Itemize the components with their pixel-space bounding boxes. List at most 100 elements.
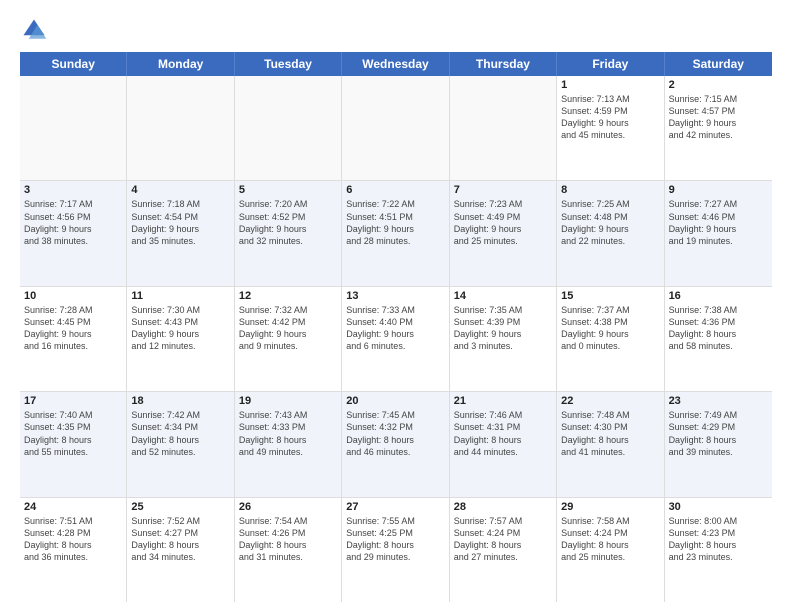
day-info: Sunrise: 7:43 AM Sunset: 4:33 PM Dayligh… — [239, 409, 337, 458]
day-cell-10: 10 Sunrise: 7:28 AM Sunset: 4:45 PM Dayli… — [20, 287, 127, 391]
calendar-week-5: 24 Sunrise: 7:51 AM Sunset: 4:28 PM Dayli… — [20, 498, 772, 602]
day-info: Sunrise: 7:25 AM Sunset: 4:48 PM Dayligh… — [561, 198, 659, 247]
day-info: Sunrise: 7:54 AM Sunset: 4:26 PM Dayligh… — [239, 515, 337, 564]
day-number: 19 — [239, 395, 337, 407]
header-day-wednesday: Wednesday — [342, 52, 449, 76]
day-number: 1 — [561, 79, 659, 91]
day-info: Sunrise: 7:55 AM Sunset: 4:25 PM Dayligh… — [346, 515, 444, 564]
day-number: 13 — [346, 290, 444, 302]
empty-cell — [342, 76, 449, 180]
day-number: 23 — [669, 395, 768, 407]
day-cell-26: 26Sunrise: 7:54 AM Sunset: 4:26 PM Dayli… — [235, 498, 342, 602]
day-info: Sunrise: 7:18 AM Sunset: 4:54 PM Dayligh… — [131, 198, 229, 247]
day-info: Sunrise: 7:30 AM Sunset: 4:43 PM Dayligh… — [131, 304, 229, 353]
day-info: Sunrise: 7:13 AM Sunset: 4:59 PM Dayligh… — [561, 93, 659, 142]
calendar-body: 1 Sunrise: 7:13 AM Sunset: 4:59 PM Daylig… — [20, 76, 772, 602]
calendar-week-2: 3 Sunrise: 7:17 AM Sunset: 4:56 PM Daylig… — [20, 181, 772, 286]
day-number: 29 — [561, 501, 659, 513]
day-number: 7 — [454, 184, 552, 196]
day-number: 18 — [131, 395, 229, 407]
day-cell-28: 28Sunrise: 7:57 AM Sunset: 4:24 PM Dayli… — [450, 498, 557, 602]
day-info: Sunrise: 7:37 AM Sunset: 4:38 PM Dayligh… — [561, 304, 659, 353]
header-day-friday: Friday — [557, 52, 664, 76]
day-number: 11 — [131, 290, 229, 302]
empty-cell — [450, 76, 557, 180]
day-cell-30: 30 Sunrise: 8:00 AM Sunset: 4:23 PM Dayli… — [665, 498, 772, 602]
header-day-monday: Monday — [127, 52, 234, 76]
day-number: 6 — [346, 184, 444, 196]
day-cell-14: 14 Sunrise: 7:35 AM Sunset: 4:39 PM Dayli… — [450, 287, 557, 391]
day-number: 24 — [24, 501, 122, 513]
day-number: 5 — [239, 184, 337, 196]
header-day-tuesday: Tuesday — [235, 52, 342, 76]
empty-cell — [235, 76, 342, 180]
day-info: Sunrise: 7:17 AM Sunset: 4:56 PM Dayligh… — [24, 198, 122, 247]
day-info: Sunrise: 8:00 AM Sunset: 4:23 PM Dayligh… — [669, 515, 768, 564]
day-number: 2 — [669, 79, 768, 91]
day-info: Sunrise: 7:32 AM Sunset: 4:42 PM Dayligh… — [239, 304, 337, 353]
day-cell-27: 27 Sunrise: 7:55 AM Sunset: 4:25 PM Dayli… — [342, 498, 449, 602]
day-cell-18: 18 Sunrise: 7:42 AM Sunset: 4:34 PM Dayli… — [127, 392, 234, 496]
calendar: SundayMondayTuesdayWednesdayThursdayFrid… — [20, 52, 772, 602]
day-number: 17 — [24, 395, 122, 407]
day-number: 30 — [669, 501, 768, 513]
day-number: 14 — [454, 290, 552, 302]
logo-icon — [20, 16, 48, 44]
empty-cell — [20, 76, 127, 180]
day-info: Sunrise: 7:48 AM Sunset: 4:30 PM Dayligh… — [561, 409, 659, 458]
day-cell-7: 7 Sunrise: 7:23 AM Sunset: 4:49 PM Daylig… — [450, 181, 557, 285]
day-cell-25: 25Sunrise: 7:52 AM Sunset: 4:27 PM Dayli… — [127, 498, 234, 602]
day-cell-17: 17 Sunrise: 7:40 AM Sunset: 4:35 PM Dayli… — [20, 392, 127, 496]
day-number: 8 — [561, 184, 659, 196]
header-day-sunday: Sunday — [20, 52, 127, 76]
page: SundayMondayTuesdayWednesdayThursdayFrid… — [0, 0, 792, 612]
day-info: Sunrise: 7:20 AM Sunset: 4:52 PM Dayligh… — [239, 198, 337, 247]
day-info: Sunrise: 7:33 AM Sunset: 4:40 PM Dayligh… — [346, 304, 444, 353]
day-cell-24: 24 Sunrise: 7:51 AM Sunset: 4:28 PM Dayli… — [20, 498, 127, 602]
day-number: 21 — [454, 395, 552, 407]
day-info: Sunrise: 7:51 AM Sunset: 4:28 PM Dayligh… — [24, 515, 122, 564]
day-cell-21: 21 Sunrise: 7:46 AM Sunset: 4:31 PM Dayli… — [450, 392, 557, 496]
header-day-thursday: Thursday — [450, 52, 557, 76]
day-info: Sunrise: 7:23 AM Sunset: 4:49 PM Dayligh… — [454, 198, 552, 247]
day-cell-11: 11 Sunrise: 7:30 AM Sunset: 4:43 PM Dayli… — [127, 287, 234, 391]
day-cell-23: 23 Sunrise: 7:49 AM Sunset: 4:29 PM Dayli… — [665, 392, 772, 496]
day-info: Sunrise: 7:15 AM Sunset: 4:57 PM Dayligh… — [669, 93, 768, 142]
header-day-saturday: Saturday — [665, 52, 772, 76]
day-cell-9: 9 Sunrise: 7:27 AM Sunset: 4:46 PM Daylig… — [665, 181, 772, 285]
day-info: Sunrise: 7:45 AM Sunset: 4:32 PM Dayligh… — [346, 409, 444, 458]
day-info: Sunrise: 7:28 AM Sunset: 4:45 PM Dayligh… — [24, 304, 122, 353]
logo — [20, 16, 52, 44]
day-cell-1: 1 Sunrise: 7:13 AM Sunset: 4:59 PM Daylig… — [557, 76, 664, 180]
day-info: Sunrise: 7:42 AM Sunset: 4:34 PM Dayligh… — [131, 409, 229, 458]
day-info: Sunrise: 7:35 AM Sunset: 4:39 PM Dayligh… — [454, 304, 552, 353]
day-info: Sunrise: 7:52 AM Sunset: 4:27 PM Dayligh… — [131, 515, 229, 564]
day-number: 4 — [131, 184, 229, 196]
day-number: 16 — [669, 290, 768, 302]
day-number: 27 — [346, 501, 444, 513]
day-info: Sunrise: 7:40 AM Sunset: 4:35 PM Dayligh… — [24, 409, 122, 458]
day-info: Sunrise: 7:46 AM Sunset: 4:31 PM Dayligh… — [454, 409, 552, 458]
calendar-week-1: 1 Sunrise: 7:13 AM Sunset: 4:59 PM Daylig… — [20, 76, 772, 181]
day-number: 9 — [669, 184, 768, 196]
day-cell-3: 3 Sunrise: 7:17 AM Sunset: 4:56 PM Daylig… — [20, 181, 127, 285]
day-number: 15 — [561, 290, 659, 302]
day-info: Sunrise: 7:38 AM Sunset: 4:36 PM Dayligh… — [669, 304, 768, 353]
day-cell-29: 29 Sunrise: 7:58 AM Sunset: 4:24 PM Dayli… — [557, 498, 664, 602]
day-info: Sunrise: 7:27 AM Sunset: 4:46 PM Dayligh… — [669, 198, 768, 247]
day-number: 3 — [24, 184, 122, 196]
day-cell-4: 4 Sunrise: 7:18 AM Sunset: 4:54 PM Daylig… — [127, 181, 234, 285]
day-cell-20: 20 Sunrise: 7:45 AM Sunset: 4:32 PM Dayli… — [342, 392, 449, 496]
day-number: 10 — [24, 290, 122, 302]
page-header — [20, 16, 772, 44]
day-cell-16: 16 Sunrise: 7:38 AM Sunset: 4:36 PM Dayli… — [665, 287, 772, 391]
day-number: 22 — [561, 395, 659, 407]
day-info: Sunrise: 7:58 AM Sunset: 4:24 PM Dayligh… — [561, 515, 659, 564]
day-info: Sunrise: 7:49 AM Sunset: 4:29 PM Dayligh… — [669, 409, 768, 458]
day-cell-2: 2 Sunrise: 7:15 AM Sunset: 4:57 PM Daylig… — [665, 76, 772, 180]
day-number: 12 — [239, 290, 337, 302]
day-cell-5: 5 Sunrise: 7:20 AM Sunset: 4:52 PM Daylig… — [235, 181, 342, 285]
day-cell-12: 12 Sunrise: 7:32 AM Sunset: 4:42 PM Dayli… — [235, 287, 342, 391]
empty-cell — [127, 76, 234, 180]
day-number: 20 — [346, 395, 444, 407]
